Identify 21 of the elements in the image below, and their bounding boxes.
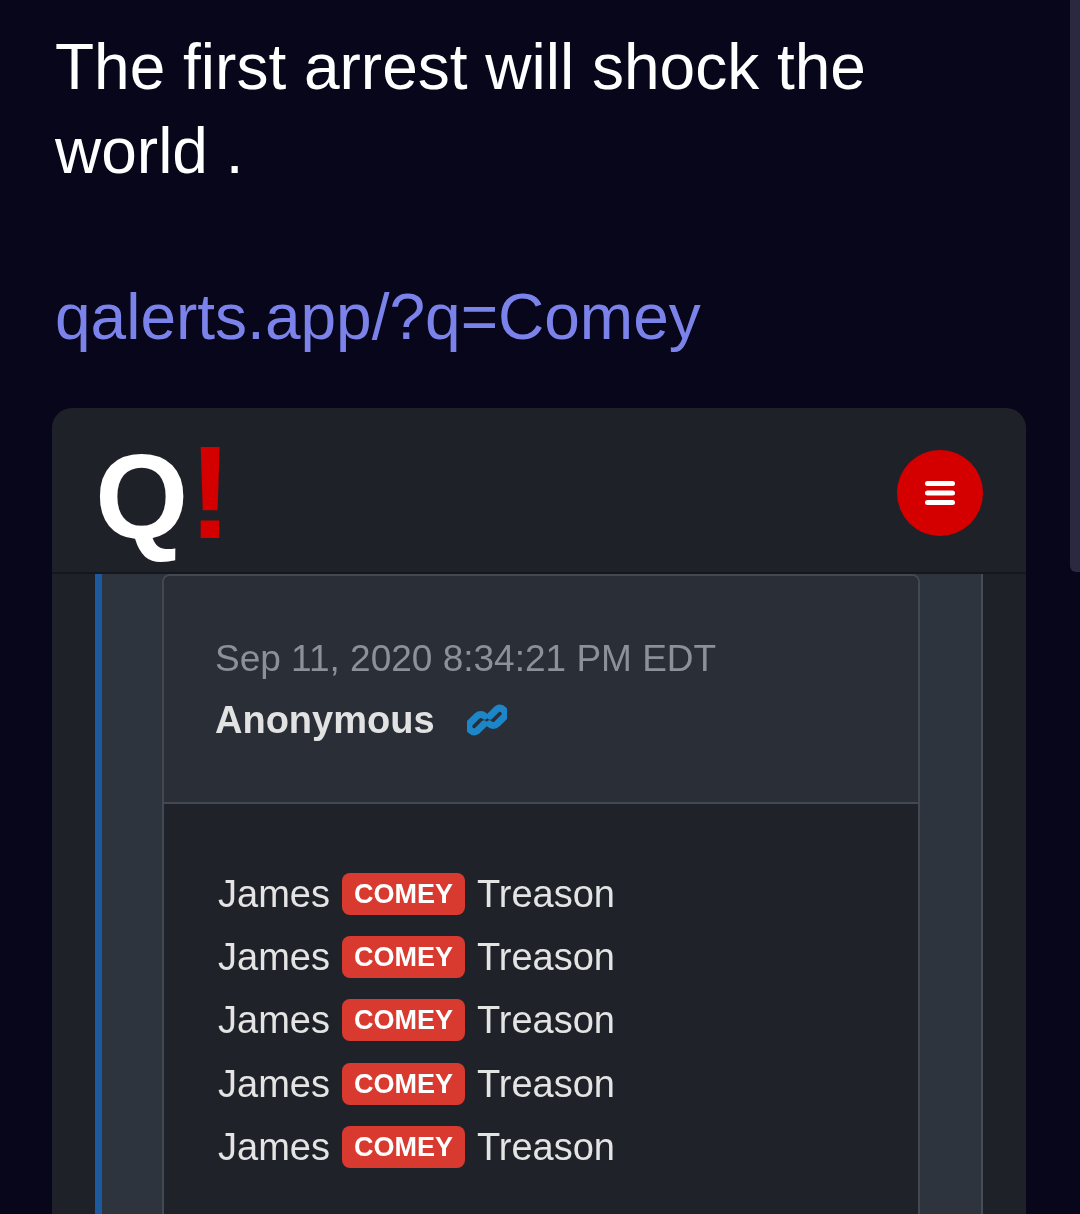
post-line-text: Treason bbox=[476, 935, 615, 981]
post-line-text: Treason bbox=[476, 1125, 615, 1171]
highlighted-term: COMEY bbox=[341, 999, 465, 1042]
post-line-text: James bbox=[218, 1061, 330, 1107]
author-name: Anonymous bbox=[215, 698, 435, 743]
highlighted-term: COMEY bbox=[341, 936, 465, 979]
highlighted-term: COMEY bbox=[341, 1062, 465, 1105]
post-line-text: James bbox=[218, 935, 330, 981]
post-line-text: James bbox=[218, 871, 330, 917]
post-line-text: James bbox=[218, 1125, 330, 1171]
menu-icon bbox=[925, 481, 955, 505]
post-line-text: Treason bbox=[476, 998, 615, 1044]
highlighted-term: COMEY bbox=[341, 872, 465, 915]
scrollbar-thumb[interactable] bbox=[1070, 0, 1080, 572]
highlighted-term: COMEY bbox=[341, 1126, 465, 1169]
post-text: The first arrest will shock the world . bbox=[55, 30, 867, 189]
post-line-text: Treason bbox=[476, 1061, 615, 1107]
post-date: Sep 11, 2020 8:34:21 PM EDT bbox=[215, 637, 718, 681]
post-line-text: James bbox=[218, 998, 330, 1044]
post-link[interactable]: qalerts.app/?q=Comey bbox=[55, 275, 701, 359]
post-line-text: Treason bbox=[476, 871, 615, 917]
